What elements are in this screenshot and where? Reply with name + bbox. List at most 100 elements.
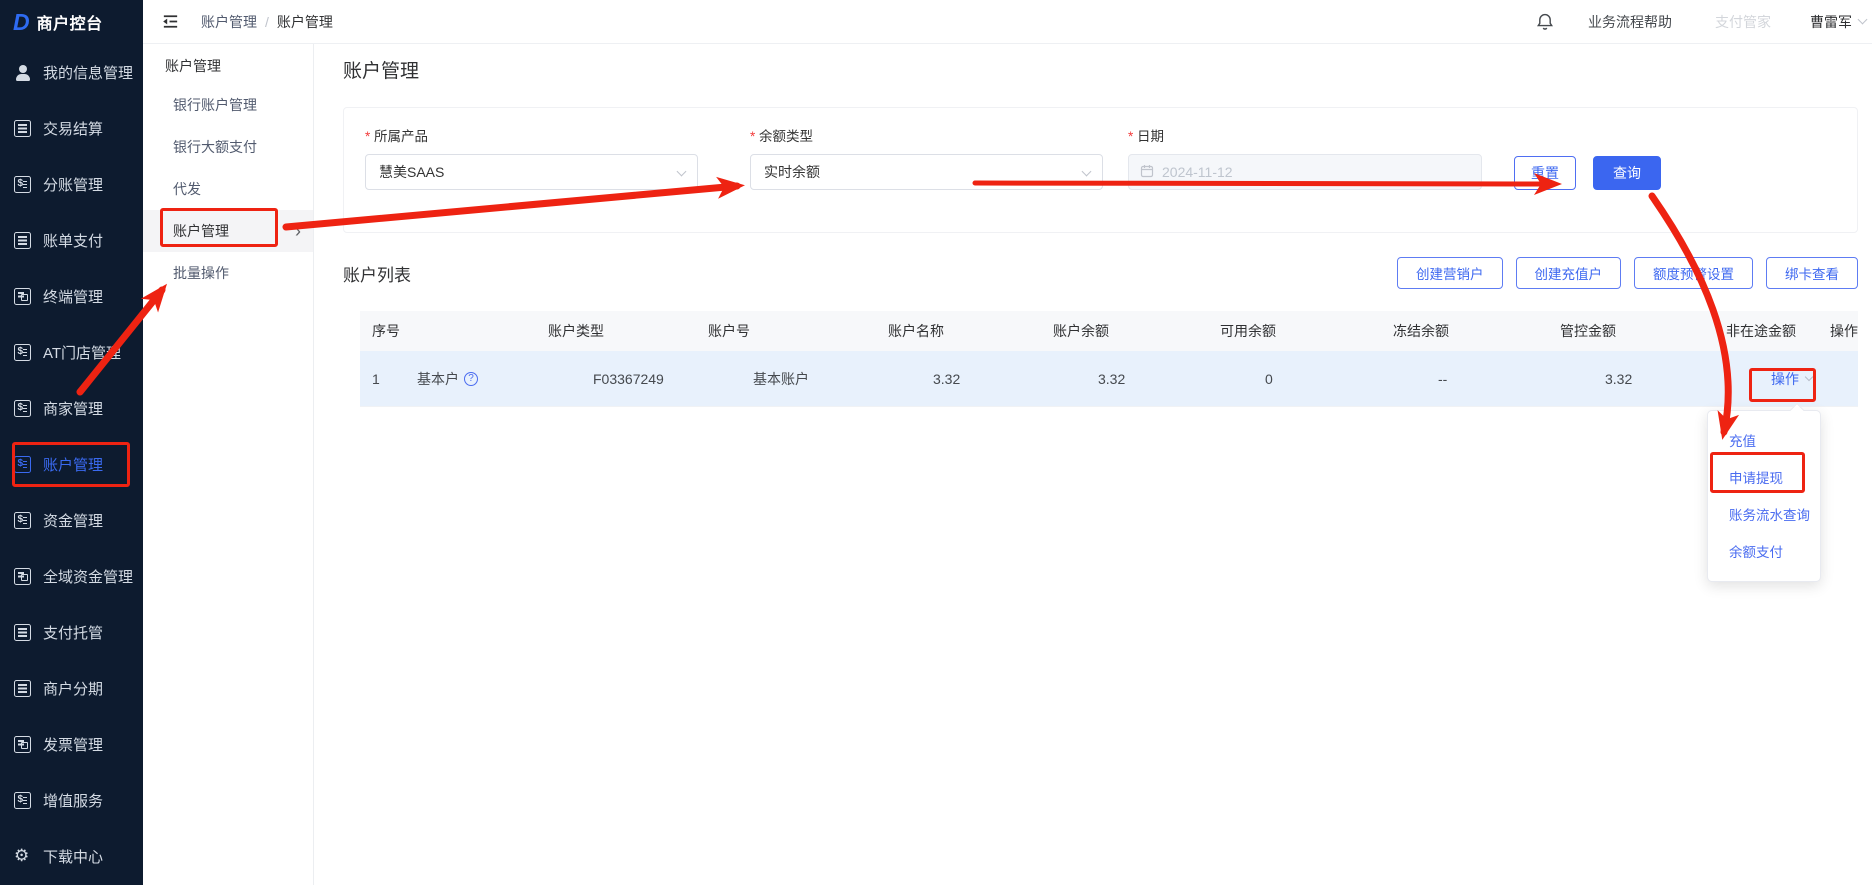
list-action-button[interactable]: 绑卡查看 (1766, 257, 1858, 289)
sidebar-item[interactable]: 我的信息管理 (0, 44, 143, 100)
cell-seq: 1 (360, 371, 405, 387)
row-action-link[interactable]: 操作 (1771, 369, 1799, 389)
table-column-header: 账户类型 (536, 321, 696, 341)
menu-item-statement-query[interactable]: 账务流水查询 (1708, 497, 1820, 534)
list-action-buttons: 创建营销户创建充值户额度预警设置绑卡查看 (1397, 257, 1858, 289)
menu-item-balance-pay[interactable]: 余额支付 (1708, 534, 1820, 571)
sidebar-item-label: 商家管理 (43, 398, 103, 419)
sidebar-item[interactable]: 账户管理 (0, 436, 143, 492)
sidebar-item[interactable]: AT门店管理 (0, 324, 143, 380)
cell-actions: 操作 (1759, 369, 1858, 389)
list-action-button[interactable]: 额度预警设置 (1634, 257, 1753, 289)
cell-controlled: -- (1426, 371, 1593, 387)
sidebar-item[interactable]: 终端管理 (0, 268, 143, 324)
app-title: 商户控台 (37, 10, 103, 34)
notification-bell-icon[interactable] (1535, 12, 1555, 32)
dollar-icon (14, 792, 31, 809)
reset-button[interactable]: 重置 (1514, 156, 1576, 190)
table-row: 1 基本户 F03367249 基本账户 3.32 3.32 0 -- 3.32… (360, 351, 1858, 407)
dollar-icon (14, 176, 31, 193)
app: D 商户控台 我的信息管理 交易结算 分账管理 账单支付 终端 (0, 0, 1872, 885)
action-dropdown-menu: 充值 申请提现 账务流水查询 余额支付 (1707, 410, 1821, 582)
assistant-link[interactable]: 支付管家 (1715, 12, 1771, 32)
app-logo[interactable]: D 商户控台 (0, 0, 143, 44)
cell-account-name: 基本账户 (741, 369, 921, 389)
sidebar-item[interactable]: 资金管理 (0, 492, 143, 548)
list-section-header: 账户列表 创建营销户创建充值户额度预警设置绑卡查看 (343, 257, 1858, 289)
subnav-item-batch-ops[interactable]: 批量操作 (143, 252, 313, 294)
sidebar-item[interactable]: 账单支付 (0, 212, 143, 268)
date-input[interactable]: 2024-11-12 (1128, 154, 1482, 190)
list-action-button[interactable]: 创建充值户 (1516, 257, 1622, 289)
account-type-text: 基本户 (417, 369, 459, 389)
logo-icon: D (13, 10, 30, 34)
balance-type-value: 实时余额 (764, 162, 820, 182)
cell-non-transit: 3.32 (1593, 371, 1759, 387)
menu-item-recharge[interactable]: 充值 (1708, 423, 1820, 460)
product-select[interactable]: 慧美SAAS (365, 154, 698, 190)
sidebar-item-label: 账户管理 (43, 454, 103, 475)
breadcrumb-separator: / (265, 14, 269, 30)
sidebar-item[interactable]: 分账管理 (0, 156, 143, 212)
doc-icon (14, 232, 31, 249)
sidebar-item[interactable]: 发票管理 (0, 716, 143, 772)
dollar-icon (14, 512, 31, 529)
sidebar-item[interactable]: 下载中心 (0, 828, 143, 884)
sidebar-item[interactable]: 全域资金管理 (0, 548, 143, 604)
sidebar-item-label: 发票管理 (43, 734, 103, 755)
sidebar-menu: 我的信息管理 交易结算 分账管理 账单支付 终端管理 AT门店管理 (0, 44, 143, 884)
page-title: 账户管理 (343, 59, 1858, 85)
topbar: 账户管理 / 账户管理 业务流程帮助 支付管家 曹雷军 (143, 0, 1872, 44)
subnav-item-agent-pay[interactable]: 代发 (143, 168, 313, 210)
chevron-down-icon (1858, 15, 1868, 25)
sidebar: D 商户控台 我的信息管理 交易结算 分账管理 账单支付 终端 (0, 0, 143, 885)
subnav-item-bank-large-pay[interactable]: 银行大额支付 (143, 126, 313, 168)
menu-item-withdraw[interactable]: 申请提现 (1708, 460, 1820, 497)
filter-product: 所属产品 慧美SAAS (365, 129, 698, 190)
calendar-icon (1140, 164, 1154, 181)
terminal-icon (14, 736, 31, 753)
sidebar-item[interactable]: 商户分期 (0, 660, 143, 716)
collapse-menu-icon[interactable] (161, 12, 181, 32)
dollar-icon (14, 456, 31, 473)
sidebar-item-label: 增值服务 (43, 790, 103, 811)
sidebar-item-label: 交易结算 (43, 118, 103, 139)
help-icon[interactable] (464, 372, 478, 386)
filter-balance-type: 余额类型 实时余额 (750, 129, 1103, 190)
cell-account-no: F03367249 (581, 371, 741, 387)
user-menu[interactable]: 曹雷军 (1810, 12, 1852, 32)
date-value: 2024-11-12 (1162, 164, 1233, 180)
table-column-header: 账户号 (696, 321, 876, 341)
table-column-header: 非在途金额 (1714, 321, 1818, 341)
subnav-item-account-mgmt[interactable]: 账户管理 (143, 210, 313, 252)
list-action-button[interactable]: 创建营销户 (1397, 257, 1503, 289)
sidebar-item[interactable]: 增值服务 (0, 772, 143, 828)
chevron-right-icon (295, 210, 301, 252)
table-column-header: 操作 (1818, 321, 1858, 341)
cell-account-type: 基本户 (405, 369, 581, 389)
filter-buttons: 重置 查询 (1514, 129, 1661, 190)
secondary-nav: 账户管理 银行账户管理 银行大额支付 代发 账户管理 批量操作 (143, 44, 314, 885)
sidebar-item-label: 支付托管 (43, 622, 103, 643)
balance-type-select[interactable]: 实时余额 (750, 154, 1103, 190)
accounts-table: 序号账户类型账户号账户名称账户余额可用余额冻结余额管控金额非在途金额操作 1 基… (360, 311, 1858, 407)
subnav-item-bank-accounts[interactable]: 银行账户管理 (143, 84, 313, 126)
doc-icon (14, 120, 31, 137)
subnav-group-title[interactable]: 账户管理 (143, 48, 313, 84)
sidebar-item-label: 终端管理 (43, 286, 103, 307)
filter-panel: 所属产品 慧美SAAS 余额类型 实时余额 日期 (343, 107, 1858, 233)
breadcrumb-parent[interactable]: 账户管理 (201, 12, 257, 32)
search-button[interactable]: 查询 (1593, 156, 1661, 190)
doc-icon (14, 680, 31, 697)
help-link[interactable]: 业务流程帮助 (1588, 12, 1672, 32)
product-value: 慧美SAAS (379, 162, 444, 182)
gear-icon (14, 848, 31, 865)
sidebar-item[interactable]: 交易结算 (0, 100, 143, 156)
breadcrumb-current: 账户管理 (277, 12, 333, 32)
sidebar-item-label: 资金管理 (43, 510, 103, 531)
chevron-down-icon (677, 167, 687, 177)
sidebar-item[interactable]: 支付托管 (0, 604, 143, 660)
topbar-right: 业务流程帮助 支付管家 曹雷军 (1535, 12, 1866, 32)
sidebar-item[interactable]: 商家管理 (0, 380, 143, 436)
sidebar-item-label: 全域资金管理 (43, 566, 133, 587)
